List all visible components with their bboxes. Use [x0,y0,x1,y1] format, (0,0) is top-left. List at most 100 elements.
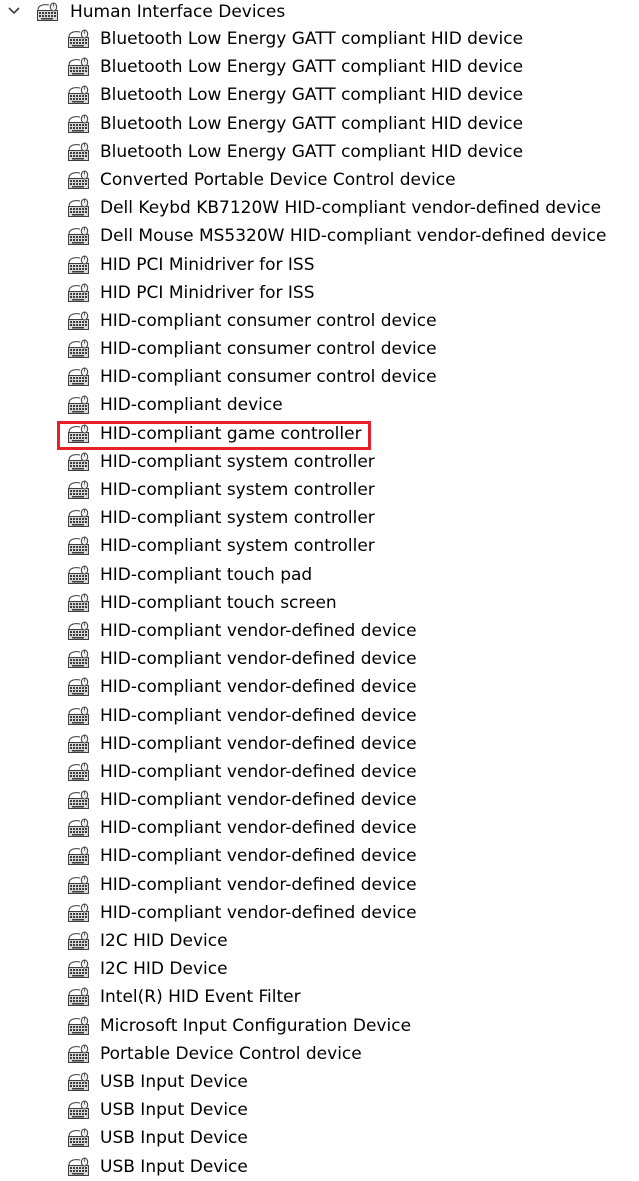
device-label: Converted Portable Device Control device [100,169,456,190]
device-row[interactable]: HID-compliant touch pad [0,561,639,589]
device-row[interactable]: Converted Portable Device Control device [0,166,639,194]
device-label: I2C HID Device [100,931,228,951]
device-row[interactable]: Bluetooth Low Energy GATT compliant HID … [0,110,639,138]
hid-device-icon [67,790,91,810]
device-row[interactable]: USB Input Device [0,1153,639,1181]
device-row[interactable]: HID-compliant vendor-defined device [0,645,639,673]
hid-device-icon [67,987,91,1007]
chevron-down-icon[interactable] [7,4,21,18]
device-row[interactable]: HID-compliant vendor-defined device [0,814,639,842]
device-label: HID-compliant system controller [100,508,375,529]
hid-device-icon [67,424,91,444]
device-row[interactable]: HID-compliant vendor-defined device [0,673,639,701]
device-label: HID-compliant consumer control device [100,339,437,360]
device-label: HID-compliant vendor-defined device [100,761,417,782]
hid-device-icon [67,452,91,472]
device-row[interactable]: Intel(R) HID Event Filter [0,983,639,1011]
device-label: I2C HID Device [100,959,228,980]
hid-device-icon [67,170,91,190]
hid-device-icon [67,734,91,754]
device-label: USB Input Device [100,1156,248,1177]
device-label: USB Input Device [100,1071,248,1092]
device-row[interactable]: HID-compliant system controller [0,476,639,504]
hid-device-icon [67,57,91,77]
device-label: HID PCI Minidriver for ISS [100,254,315,275]
device-row[interactable]: Dell Keybd KB7120W HID-compliant vendor-… [0,194,639,222]
device-row[interactable]: HID-compliant vendor-defined device [0,702,639,730]
hid-device-icon [67,593,91,613]
device-label: Bluetooth Low Energy GATT compliant HID … [100,85,524,106]
device-row[interactable]: HID-compliant consumer control device [0,363,639,391]
device-row[interactable]: Microsoft Input Configuration Device [0,1012,639,1040]
device-label: HID PCI Minidriver for ISS [100,282,315,303]
device-label: HID-compliant device [100,395,283,416]
hid-device-icon [67,649,91,669]
device-row[interactable]: HID-compliant vendor-defined device [0,730,639,758]
hid-device-icon [67,818,91,838]
hid-device-icon [67,931,91,951]
device-row[interactable]: HID-compliant touch screen [0,589,639,617]
device-row[interactable]: HID-compliant vendor-defined device [0,842,639,870]
device-row[interactable]: I2C HID Device [0,927,639,955]
device-row[interactable]: HID-compliant vendor-defined device [0,617,639,645]
device-row[interactable]: HID-compliant consumer control device [0,307,639,335]
hid-device-icon [67,903,91,923]
device-row[interactable]: HID-compliant vendor-defined device [0,786,639,814]
device-label: HID-compliant vendor-defined device [100,790,417,811]
device-row[interactable]: HID-compliant consumer control device [0,335,639,363]
hid-device-icon [67,480,91,500]
device-row[interactable]: USB Input Device [0,1124,639,1152]
device-row[interactable]: HID-compliant system controller [0,532,639,560]
hid-device-icon [67,1016,91,1036]
device-label: HID-compliant vendor-defined device [100,818,417,839]
device-row[interactable]: Dell Mouse MS5320W HID-compliant vendor-… [0,222,639,250]
device-row[interactable]: I2C HID Device [0,955,639,983]
device-label: Intel(R) HID Event Filter [100,987,301,1008]
device-row[interactable]: Bluetooth Low Energy GATT compliant HID … [0,138,639,166]
device-label: Bluetooth Low Energy GATT compliant HID … [100,57,524,78]
device-label: HID-compliant system controller [100,536,375,557]
hid-device-icon [67,85,91,105]
device-row[interactable]: Bluetooth Low Energy GATT compliant HID … [0,25,639,53]
device-row[interactable]: HID-compliant vendor-defined device [0,871,639,899]
hid-device-icon [67,339,91,359]
device-label: HID-compliant consumer control device [100,310,437,331]
device-row[interactable]: HID PCI Minidriver for ISS [0,279,639,307]
hid-device-icon [67,1044,91,1064]
device-row[interactable]: Portable Device Control device [0,1040,639,1068]
device-label: Bluetooth Low Energy GATT compliant HID … [100,141,524,162]
device-row[interactable]: USB Input Device [0,1068,639,1096]
device-label: HID-compliant touch pad [100,564,313,585]
device-row[interactable]: USB Input Device [0,1096,639,1124]
hid-device-icon [67,1100,91,1120]
hid-device-icon [67,846,91,866]
hid-device-icon [67,311,91,331]
hid-device-icon [67,621,91,641]
device-row[interactable]: HID-compliant system controller [0,504,639,532]
device-label: HID-compliant vendor-defined device [100,846,417,867]
device-label: HID-compliant vendor-defined device [100,874,417,895]
device-label: Bluetooth Low Energy GATT compliant HID … [100,29,524,49]
device-row[interactable]: HID-compliant vendor-defined device [0,899,639,927]
hid-device-icon [67,395,91,415]
hid-device-icon [67,565,91,585]
device-label: HID-compliant vendor-defined device [100,902,417,923]
hid-device-icon [67,1128,91,1148]
device-tree: Human Interface Devices Bluetooth Low En… [0,0,639,1180]
device-row[interactable]: Bluetooth Low Energy GATT compliant HID … [0,53,639,81]
hid-device-icon [67,1157,91,1177]
hid-device-icon [67,114,91,134]
device-label: HID-compliant system controller [100,451,375,472]
device-label: HID-compliant vendor-defined device [100,677,417,698]
device-label: HID-compliant vendor-defined device [100,620,417,641]
device-row[interactable]: HID-compliant vendor-defined device [0,758,639,786]
device-row[interactable]: HID-compliant device [0,391,639,419]
device-row[interactable]: HID PCI Minidriver for ISS [0,251,639,279]
hid-device-icon [67,29,91,49]
device-row[interactable]: HID-compliant system controller [0,448,639,476]
device-row[interactable]: Bluetooth Low Energy GATT compliant HID … [0,81,639,109]
hid-device-icon [67,142,91,162]
device-label: HID-compliant vendor-defined device [100,705,417,726]
hid-device-icon [67,536,91,556]
device-row[interactable]: HID-compliant game controller [0,420,639,450]
